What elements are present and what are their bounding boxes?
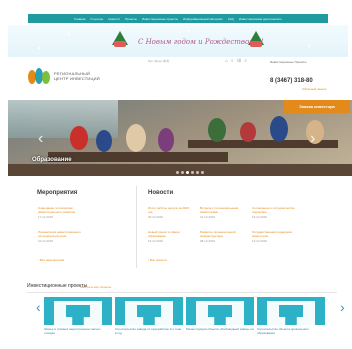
event-item-title[interactable]: Совещание по вопросам инвестиционного ра…	[38, 206, 75, 214]
callback-link[interactable]: Обратный звонок	[302, 87, 326, 91]
news-item[interactable]: Итоги работы центра за 2016 год 20.12.20…	[148, 206, 192, 219]
news-item-title[interactable]: Соглашение о сотрудничестве подписано	[252, 206, 295, 214]
projects-section: Инвестиционные проекты Смотреть все прое…	[8, 270, 352, 349]
topnav-item-about[interactable]: О центре	[90, 17, 103, 21]
logo-title[interactable]: РЕГИОНАЛЬНЫЙ ЦЕНТР ИНВЕСТИЦИЙ	[54, 71, 100, 81]
project-card-caption[interactable]: Жилье в типовых недостроенных жилых отхо…	[44, 327, 112, 335]
project-card[interactable]	[115, 297, 183, 325]
news-item-date: 20.12.2016	[148, 215, 164, 219]
news-item-date: 19.12.2016	[252, 215, 268, 219]
news-title: Новости	[148, 190, 174, 196]
topnav-item-info[interactable]: Информационный материал	[183, 17, 223, 21]
investor-request-button[interactable]: Заявка инвестора	[284, 100, 350, 113]
event-item[interactable]: Презентация инвестиционного потенциала р…	[38, 230, 82, 243]
section-divider	[27, 292, 337, 293]
news-item-title[interactable]: Новый проект в сфере образования	[148, 230, 180, 238]
news-section: Мероприятия Новости Совещание по вопроса…	[8, 178, 352, 268]
news-item-title[interactable]: Встреча с потенциальными инвесторами	[200, 206, 238, 214]
topnav-item-activity[interactable]: Инвестиционная деятельность	[239, 17, 282, 21]
header-icons: ⌂ ◐ ⊞ ⌕	[225, 58, 247, 64]
news-item[interactable]: Встреча с потенциальными инвесторами 12.…	[200, 206, 244, 219]
event-item-title[interactable]: Презентация инвестиционного потенциала р…	[38, 230, 81, 238]
phone-number[interactable]: 8 (3467) 318-80	[270, 78, 313, 84]
home-icon[interactable]: ⌂	[225, 58, 228, 64]
topnav-item-home[interactable]: Главная	[74, 17, 85, 21]
project-cards	[44, 297, 325, 325]
news-item-title[interactable]: Развитие промышленной инфраструктуры	[200, 230, 235, 238]
news-item[interactable]: Соглашение о сотрудничестве подписано 19…	[252, 206, 296, 219]
logo-line-2: ЦЕНТР ИНВЕСТИЦИЙ	[54, 76, 100, 81]
project-card[interactable]	[186, 297, 254, 325]
event-item[interactable]: Совещание по вопросам инвестиционного ра…	[38, 206, 82, 219]
slide-caption: Образование	[32, 157, 72, 163]
news-item-date: 08.12.2016	[200, 239, 216, 243]
holiday-banner: С Новым годом и Рождеством!!!	[8, 25, 348, 57]
project-card[interactable]	[257, 297, 325, 325]
news-item[interactable]: Государственная поддержка инвесторов 13.…	[252, 230, 296, 243]
project-card-caption[interactable]: Строительство объекта дошкольного образо…	[257, 327, 325, 335]
project-captions: Жилье в типовых недостроенных жилых отхо…	[44, 327, 325, 335]
search-icon[interactable]: ⌕	[244, 58, 247, 64]
logo-icon[interactable]	[28, 68, 50, 86]
project-card-caption[interactable]: Строительство завода по переработке 3-х …	[115, 327, 183, 335]
event-item-date: 10.12.2016	[38, 239, 54, 243]
language-switch[interactable]: Рус | Eng | 中文	[148, 59, 169, 63]
top-navigation: Главная О центре Новости Проекты Инвести…	[28, 14, 328, 23]
project-card[interactable]	[44, 297, 112, 325]
all-events-link[interactable]: › Все мероприятия	[38, 258, 64, 262]
news-item-title[interactable]: Итоги работы центра за 2016 год	[148, 206, 189, 214]
accessibility-icon[interactable]: ◐	[231, 58, 234, 64]
projects-title: Инвестиционные проекты	[27, 283, 88, 289]
investment-projects-link[interactable]: Инвестиционные Проекты	[270, 60, 307, 64]
news-item-title[interactable]: Государственная поддержка инвесторов	[252, 230, 292, 238]
column-divider	[136, 186, 137, 268]
news-item-date: 16.12.2016	[148, 239, 164, 243]
sitemap-icon[interactable]: ⊞	[237, 58, 241, 64]
news-item[interactable]: Новый проект в сфере образования 16.12.2…	[148, 230, 192, 243]
news-item-date: 13.12.2016	[252, 239, 268, 243]
carousel-next-arrow-icon[interactable]: ›	[340, 300, 345, 314]
holiday-greeting: С Новым годом и Рождеством!!!	[138, 38, 264, 46]
slider-next-arrow-icon[interactable]: ›	[310, 131, 315, 147]
event-item-date: 17.12.2016	[38, 215, 54, 219]
slider-dots[interactable]	[176, 171, 204, 174]
news-item-date: 12.12.2016	[200, 215, 216, 219]
topnav-item-projects[interactable]: Проекты	[125, 17, 137, 21]
site-header: РЕГИОНАЛЬНЫЙ ЦЕНТР ИНВЕСТИЦИЙ Рус | Eng …	[8, 58, 352, 98]
slider-prev-arrow-icon[interactable]: ‹	[38, 131, 43, 147]
news-item[interactable]: Развитие промышленной инфраструктуры 08.…	[200, 230, 244, 243]
topnav-item-faq[interactable]: FAQ	[228, 17, 234, 21]
all-projects-link[interactable]: Смотреть все проекты	[80, 285, 111, 289]
topnav-item-news[interactable]: Новости	[108, 17, 120, 21]
project-card-caption[interactable]: Реконструкция объекта «Рыбоводный завод»…	[186, 327, 254, 335]
topnav-item-investment-projects[interactable]: Инвестиционные проекты	[142, 17, 178, 21]
events-title: Мероприятия	[37, 190, 78, 196]
all-news-link[interactable]: › Все новости	[148, 258, 167, 262]
carousel-prev-arrow-icon[interactable]: ‹	[36, 300, 41, 314]
